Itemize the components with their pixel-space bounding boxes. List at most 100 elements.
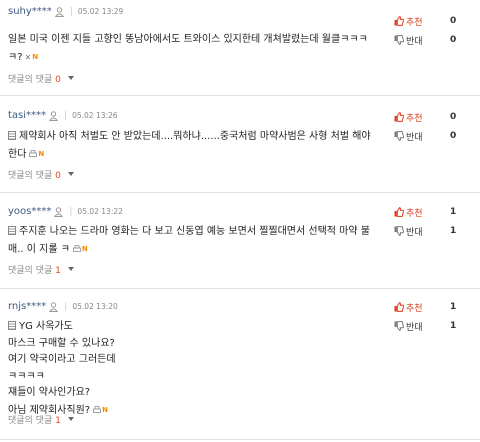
comment-meta: tasi**** | 05.02 13:26 <box>8 110 118 121</box>
downvote-button[interactable]: 반대 1 <box>394 319 474 333</box>
thumbs-up-icon <box>394 302 404 312</box>
reply-toggle[interactable]: 댓글의 댓글 1 <box>8 413 74 426</box>
comment-line-wrap: 주지훈 나오는 드라마 영화는 다 보고 신동엽 예능 보면서 찔찔대면서 선택… <box>8 224 408 241</box>
new-badge-icon: N <box>81 244 88 253</box>
new-badge-icon: N <box>32 52 39 61</box>
upvote-count: 1 <box>450 302 457 312</box>
upvote-label: 추천 <box>406 113 423 124</box>
comment-item: rnjs**** | 05.02 13:20 YG 사옥가도 마스크 구매할 수… <box>0 289 480 440</box>
upvote-label: 추천 <box>406 17 423 28</box>
upvote-count: 0 <box>450 16 457 26</box>
comment-time: 05.02 13:29 <box>77 7 124 16</box>
comment-item: yoos**** | 05.02 13:22 주지훈 나오는 드라마 영화는 다… <box>0 193 480 289</box>
reply-toggle[interactable]: 댓글의 댓글 0 <box>8 72 74 85</box>
downvote-button[interactable]: 반대 0 <box>394 33 474 47</box>
upvote-label: 추천 <box>406 208 423 219</box>
reply-label: 댓글의 댓글 <box>8 75 53 85</box>
reply-label: 댓글의 댓글 <box>8 171 53 181</box>
comment-line: 제약회사 아직 처벌도 안 받았는데....뭐하냐......중국처럼 마약사범… <box>19 131 371 142</box>
comment-body: YG 사옥가도 마스크 구매할 수 있나요? 여기 약국이라고 그러든데 ㅋㅋㅋ… <box>8 319 408 419</box>
chevron-down-icon <box>67 172 74 176</box>
downvote-label: 반대 <box>406 132 423 143</box>
document-icon <box>8 321 16 330</box>
downvote-count: 0 <box>450 131 457 141</box>
print-icon[interactable] <box>29 149 38 158</box>
upvote-button[interactable]: 추천 1 <box>394 205 474 219</box>
downvote-count: 1 <box>450 226 457 236</box>
comment-line: YG 사옥가도 <box>19 321 73 332</box>
chevron-down-icon <box>67 417 74 421</box>
document-icon <box>8 226 16 235</box>
comment-meta: yoos**** | 05.02 13:22 <box>8 206 123 217</box>
downvote-label: 반대 <box>406 227 423 238</box>
comment-body: 일본 미국 이젠 지들 고향인 똥남아에서도 트와이스 있지한테 개쳐발렸는데 … <box>8 32 408 66</box>
comment-line: ㅋㅋㅋㅋ <box>8 370 45 382</box>
comment-line-wrap: 매.. 이 지롤 ㅋ N <box>8 241 408 259</box>
thumbs-up-icon <box>394 112 404 122</box>
upvote-button[interactable]: 추천 0 <box>394 14 474 28</box>
comment-username[interactable]: tasi**** <box>8 110 46 121</box>
meta-divider: | <box>69 6 73 17</box>
reply-label: 댓글의 댓글 <box>8 266 53 276</box>
comment-time: 05.02 13:26 <box>72 111 118 120</box>
comment-username[interactable]: rnjs**** <box>8 301 46 312</box>
comment-line: 마스크 구매할 수 있나요? <box>8 337 115 349</box>
delete-icon[interactable]: ✕ <box>25 50 32 67</box>
comment-line: 한다 <box>8 148 27 160</box>
comment-meta: rnjs**** | 05.02 13:20 <box>8 301 118 312</box>
comment-line-wrap: 제약회사 아직 처벌도 안 받았는데....뭐하냐......중국처럼 마약사범… <box>8 129 408 146</box>
reply-toggle[interactable]: 댓글의 댓글 0 <box>8 168 74 181</box>
upvote-button[interactable]: 추천 1 <box>394 300 474 314</box>
downvote-label: 반대 <box>406 36 423 47</box>
thumbs-up-icon <box>394 16 404 26</box>
thumbs-down-icon <box>394 321 404 331</box>
new-badge-icon: N <box>38 149 45 158</box>
thumbs-down-icon <box>394 35 404 45</box>
comment-time: 05.02 13:22 <box>77 207 123 216</box>
user-profile-icon[interactable] <box>54 206 64 217</box>
print-icon[interactable] <box>93 405 102 414</box>
comment-line-wrap: YG 사옥가도 <box>8 319 408 336</box>
meta-divider: | <box>69 206 73 217</box>
downvote-button[interactable]: 반대 1 <box>394 224 474 238</box>
thumbs-down-icon <box>394 226 404 236</box>
upvote-count: 0 <box>450 112 457 122</box>
user-profile-icon[interactable] <box>54 6 64 17</box>
thumbs-down-icon <box>394 131 404 141</box>
user-profile-icon[interactable] <box>49 110 59 121</box>
user-profile-icon[interactable] <box>49 301 59 312</box>
comment-body: 주지훈 나오는 드라마 영화는 다 보고 신동엽 예능 보면서 찔찔대면서 선택… <box>8 224 408 258</box>
comment-line: 여기 약국이라고 그러든데 <box>8 354 116 365</box>
new-badge-icon: N <box>102 405 108 414</box>
comment-username[interactable]: yoos**** <box>8 206 51 217</box>
downvote-count: 0 <box>450 35 457 45</box>
reply-count: 0 <box>55 75 61 85</box>
comment-meta: suhy**** | 05.02 13:29 <box>8 6 123 17</box>
thumbs-up-icon <box>394 207 404 217</box>
chevron-down-icon <box>67 76 74 80</box>
meta-divider: | <box>64 301 68 312</box>
comment-body: 제약회사 아직 처벌도 안 받았는데....뭐하냐......중국처럼 마약사범… <box>8 129 408 163</box>
upvote-button[interactable]: 추천 0 <box>394 110 474 124</box>
comment-username[interactable]: suhy**** <box>8 6 52 17</box>
downvote-label: 반대 <box>406 322 423 333</box>
comment-line: 주지훈 나오는 드라마 영화는 다 보고 신동엽 예능 보면서 찔찔대면서 선택… <box>19 226 370 237</box>
upvote-label: 추천 <box>406 303 423 314</box>
downvote-button[interactable]: 반대 0 <box>394 129 474 143</box>
chevron-down-icon <box>67 267 74 271</box>
downvote-count: 1 <box>450 321 457 331</box>
reply-count: 1 <box>55 266 61 276</box>
reply-toggle[interactable]: 댓글의 댓글 1 <box>8 263 74 276</box>
reply-count: 1 <box>55 416 61 426</box>
meta-divider: | <box>64 110 68 121</box>
comment-item: tasi**** | 05.02 13:26 제약회사 아직 처벌도 안 받았는… <box>0 96 480 193</box>
comment-line-wrap: 한다 N <box>8 146 408 164</box>
document-icon <box>8 131 16 140</box>
comment-line: 쟤들이 약사인가요? <box>8 387 91 398</box>
print-icon[interactable] <box>72 244 81 253</box>
comment-line: ㅋ? <box>8 51 23 63</box>
reply-count: 0 <box>55 171 61 181</box>
comment-line-wrap: ㅋ? ✕N <box>8 49 408 67</box>
upvote-count: 1 <box>450 207 457 217</box>
comment-time: 05.02 13:20 <box>72 302 118 311</box>
